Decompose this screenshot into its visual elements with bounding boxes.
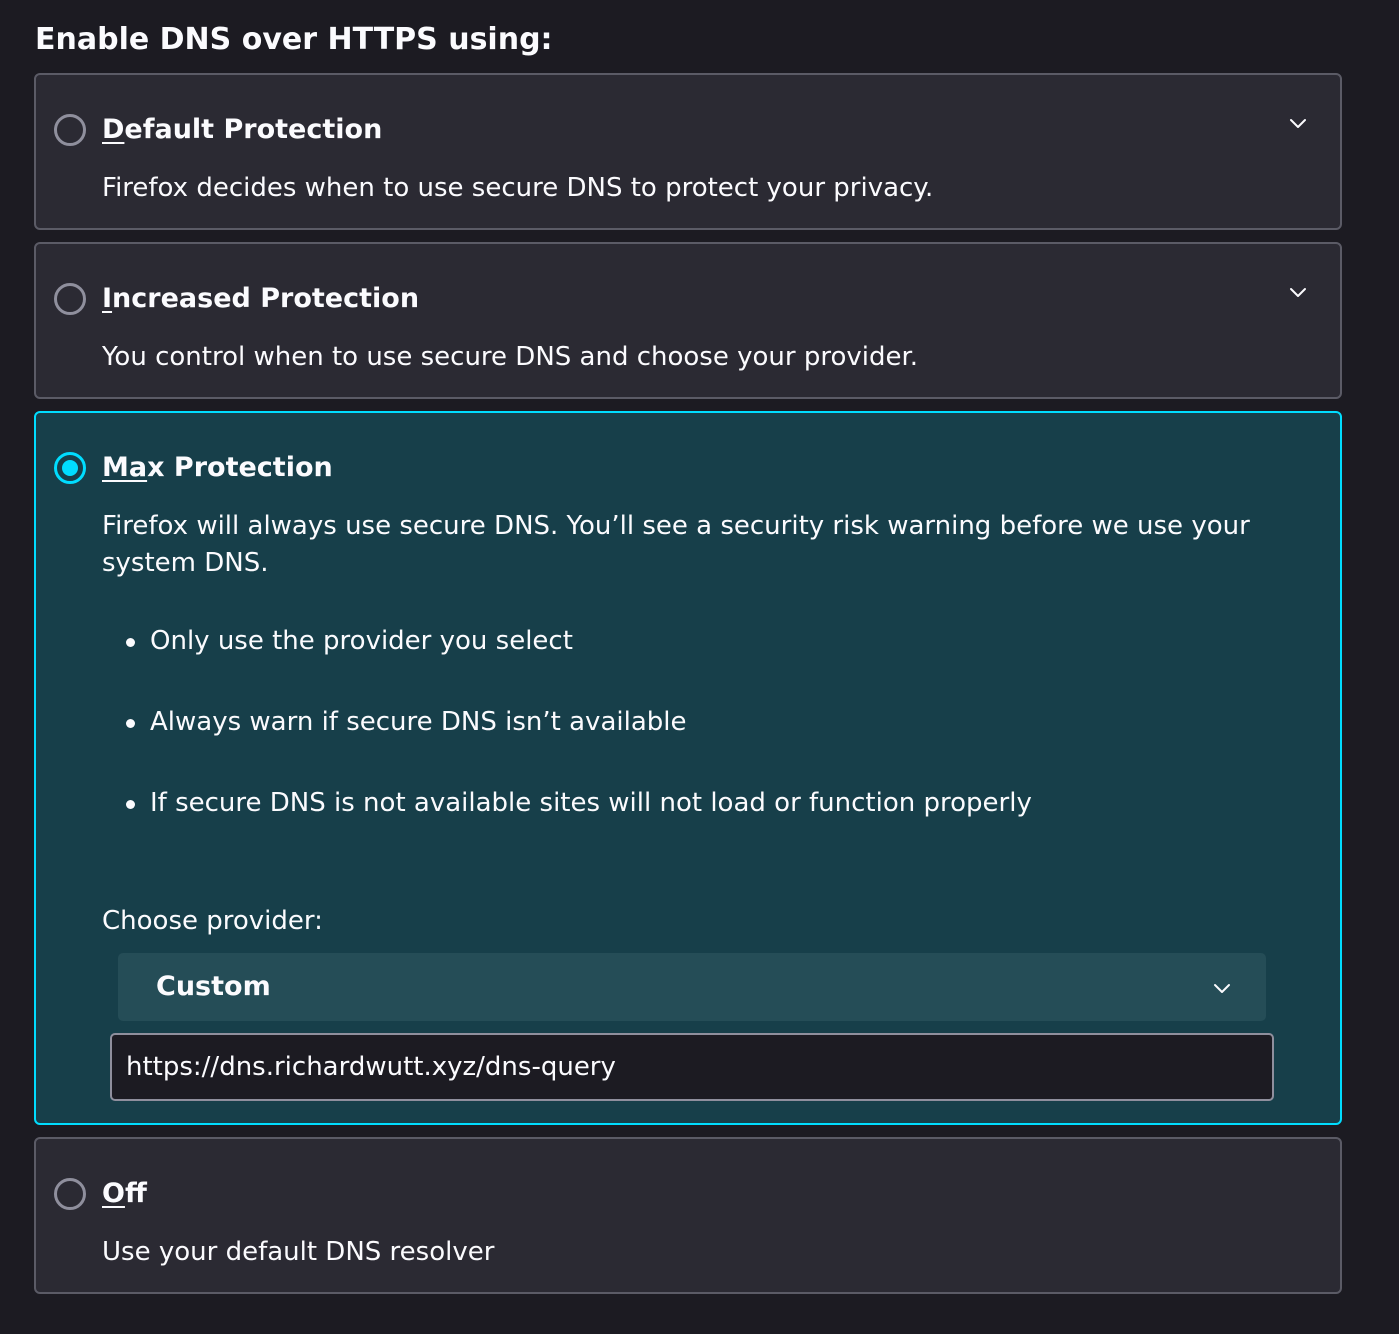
option-title-default-protection: Default Protection	[102, 114, 383, 145]
radio-max-protection[interactable]	[54, 452, 86, 484]
option-description-off: Use your default DNS resolver	[102, 1237, 495, 1267]
chevron-down-icon[interactable]	[1286, 111, 1310, 135]
option-title-max-protection: Max Protection	[102, 452, 333, 483]
radio-increased-protection[interactable]	[54, 283, 86, 315]
option-off[interactable]: Off Use your default DNS resolver	[34, 1137, 1342, 1294]
choose-provider-label: Choose provider:	[102, 906, 323, 936]
radio-selected-dot	[62, 460, 78, 476]
radio-default-protection[interactable]	[54, 114, 86, 146]
bullet-item: Always warn if secure DNS isn’t availabl…	[126, 704, 1032, 741]
bullet-item: If secure DNS is not available sites wil…	[126, 785, 1032, 822]
option-description-default-protection: Firefox decides when to use secure DNS t…	[102, 173, 934, 203]
radio-off[interactable]	[54, 1178, 86, 1210]
chevron-down-icon[interactable]	[1286, 280, 1310, 304]
option-max-protection[interactable]: Max Protection Firefox will always use s…	[34, 411, 1342, 1125]
bullet-item: Only use the provider you select	[126, 623, 1032, 660]
custom-provider-url-input[interactable]	[110, 1033, 1274, 1101]
option-default-protection[interactable]: Default Protection Firefox decides when …	[34, 73, 1342, 230]
option-description-increased-protection: You control when to use secure DNS and c…	[102, 342, 919, 372]
max-protection-bullet-list: Only use the provider you select Always …	[126, 623, 1032, 866]
option-increased-protection[interactable]: Increased Protection You control when to…	[34, 242, 1342, 399]
option-title-increased-protection: Increased Protection	[102, 283, 420, 314]
option-title-off: Off	[102, 1178, 147, 1209]
option-description-max-protection: Firefox will always use secure DNS. You’…	[102, 511, 1250, 578]
section-title: Enable DNS over HTTPS using:	[35, 22, 553, 57]
provider-select-value: Custom	[156, 971, 271, 1002]
provider-select[interactable]: Custom	[118, 953, 1266, 1021]
chevron-down-icon	[1214, 984, 1230, 993]
